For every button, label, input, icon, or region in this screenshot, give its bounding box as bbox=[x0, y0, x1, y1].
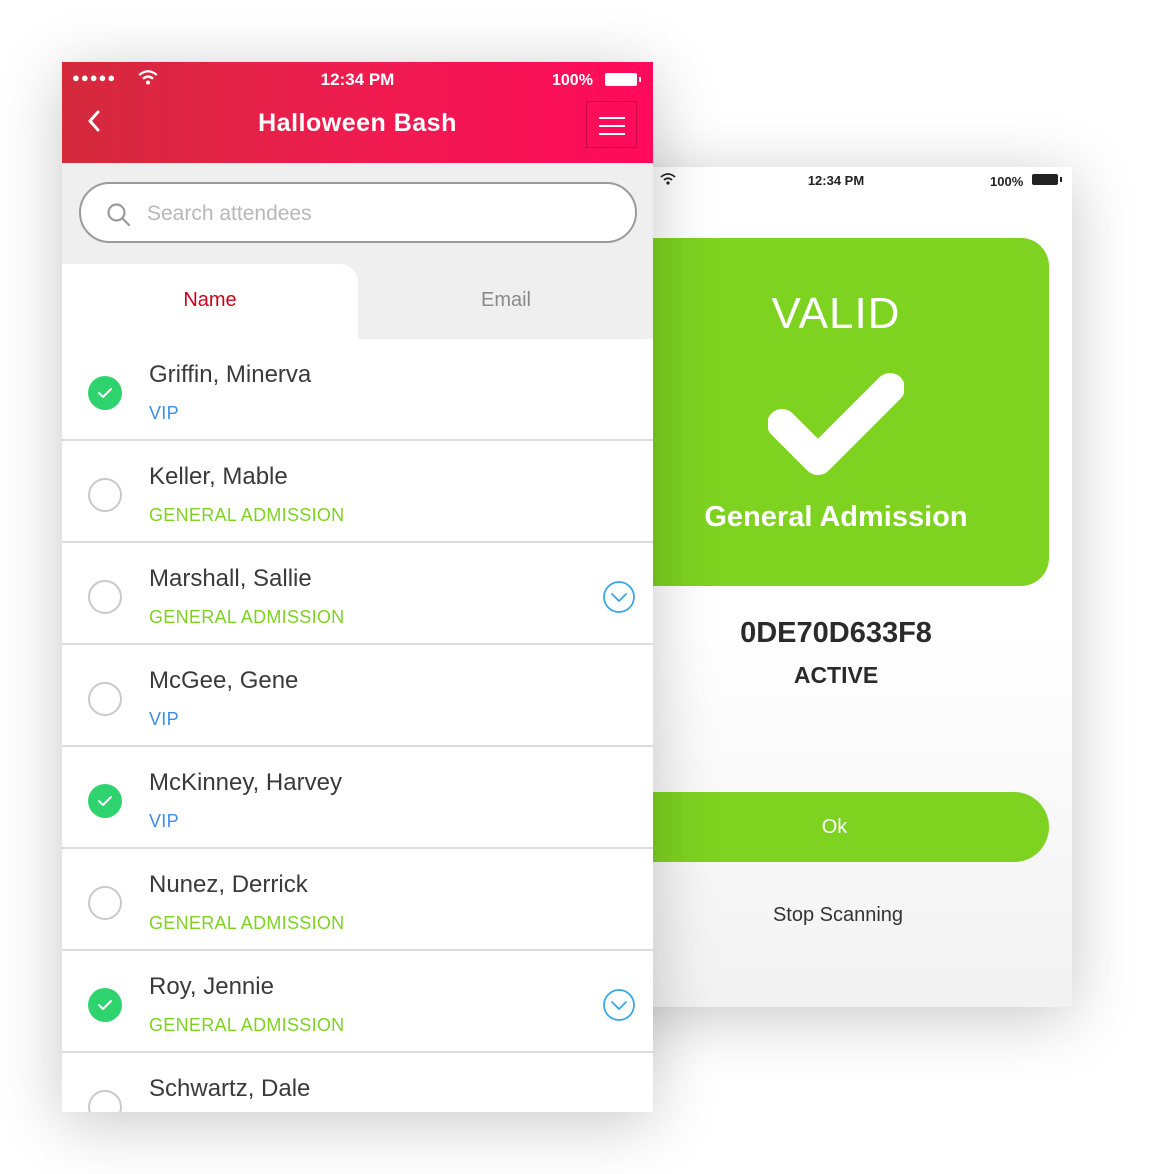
search-field[interactable] bbox=[79, 182, 637, 243]
check-icon bbox=[98, 1000, 112, 1010]
ticket-type: GENERAL ADMISSION bbox=[149, 913, 345, 933]
check-icon bbox=[98, 388, 112, 398]
checked-in-checkbox[interactable] bbox=[88, 1090, 122, 1112]
ticket-type: GENERAL ADMISSION bbox=[149, 1015, 345, 1035]
list-item[interactable]: Nunez, Derrick GENERAL ADMISSION bbox=[62, 849, 653, 951]
battery-label: 100% bbox=[552, 72, 593, 89]
stop-scanning-button[interactable]: Stop Scanning bbox=[590, 904, 1086, 927]
checked-in-checkbox[interactable] bbox=[88, 478, 122, 512]
checked-in-checkbox[interactable] bbox=[88, 580, 122, 614]
status-bar: 12:34 PM 100% bbox=[590, 167, 1072, 195]
search-bar bbox=[62, 163, 653, 264]
checked-in-checkbox[interactable] bbox=[88, 886, 122, 920]
tab-name[interactable]: Name bbox=[62, 264, 358, 339]
expand-button[interactable] bbox=[602, 988, 636, 1027]
list-item[interactable]: Griffin, Minerva VIP bbox=[62, 339, 653, 441]
ticket-type: GENERAL ADMISSION bbox=[149, 607, 345, 627]
checked-in-checkbox[interactable] bbox=[88, 784, 122, 818]
ticket-type: General Admission bbox=[704, 501, 968, 533]
chevron-down-icon bbox=[603, 989, 635, 1021]
ticket-type: VIP bbox=[149, 403, 179, 423]
app-header: ●●●●● 12:34 PM 100% Halloween Bash bbox=[62, 62, 653, 163]
scan-result-screen: 12:34 PM 100% VALID General Admission 0D… bbox=[590, 167, 1072, 1007]
ticket-type: VIP bbox=[149, 811, 179, 831]
attendee-name: Marshall, Sallie bbox=[149, 565, 312, 592]
list-item[interactable]: Keller, Mable GENERAL ADMISSION bbox=[62, 441, 653, 543]
ticket-type: GENERAL ADMISSION bbox=[149, 505, 345, 525]
ticket-status: ACTIVE bbox=[793, 662, 879, 688]
attendee-list-screen: ●●●●● 12:34 PM 100% Halloween Bash Name … bbox=[62, 62, 653, 1112]
ok-button[interactable]: Ok bbox=[590, 792, 1049, 862]
tab-email[interactable]: Email bbox=[358, 264, 653, 339]
battery-label: 100% bbox=[990, 174, 1024, 189]
attendee-name: Schwartz, Dale bbox=[149, 1075, 311, 1102]
list-item[interactable]: McKinney, Harvey VIP bbox=[62, 747, 653, 849]
page-title: Halloween Bash bbox=[258, 109, 457, 137]
attendee-name: Nunez, Derrick bbox=[149, 871, 308, 898]
ticket-code: 0DE70D633F8 bbox=[740, 617, 932, 649]
checked-in-checkbox[interactable] bbox=[88, 376, 122, 410]
battery-icon bbox=[605, 73, 641, 86]
attendee-name: McGee, Gene bbox=[149, 667, 299, 694]
list-item[interactable]: Roy, Jennie GENERAL ADMISSION bbox=[62, 951, 653, 1053]
sort-tabs: Name Email bbox=[62, 264, 653, 339]
list-item[interactable]: Marshall, Sallie GENERAL ADMISSION bbox=[62, 543, 653, 645]
expand-button[interactable] bbox=[602, 580, 636, 619]
validation-result: VALID bbox=[771, 289, 901, 338]
attendee-name: McKinney, Harvey bbox=[149, 769, 342, 796]
chevron-down-icon bbox=[603, 581, 635, 613]
search-icon bbox=[106, 202, 132, 233]
attendee-name: Keller, Mable bbox=[149, 463, 288, 490]
attendee-list: Griffin, Minerva VIP Keller, Mable GENER… bbox=[62, 339, 653, 1112]
ticket-type: VIP bbox=[149, 709, 179, 729]
attendee-name: Griffin, Minerva bbox=[149, 361, 312, 388]
menu-button[interactable] bbox=[586, 101, 637, 148]
battery-icon bbox=[1032, 174, 1062, 185]
checked-in-checkbox[interactable] bbox=[88, 988, 122, 1022]
attendee-name: Roy, Jennie bbox=[149, 973, 274, 1000]
check-icon bbox=[98, 796, 112, 806]
list-item[interactable]: Schwartz, Dale bbox=[62, 1053, 653, 1112]
list-item[interactable]: McGee, Gene VIP bbox=[62, 645, 653, 747]
checkmark-icon bbox=[767, 372, 905, 481]
search-input[interactable] bbox=[145, 196, 589, 232]
checked-in-checkbox[interactable] bbox=[88, 682, 122, 716]
